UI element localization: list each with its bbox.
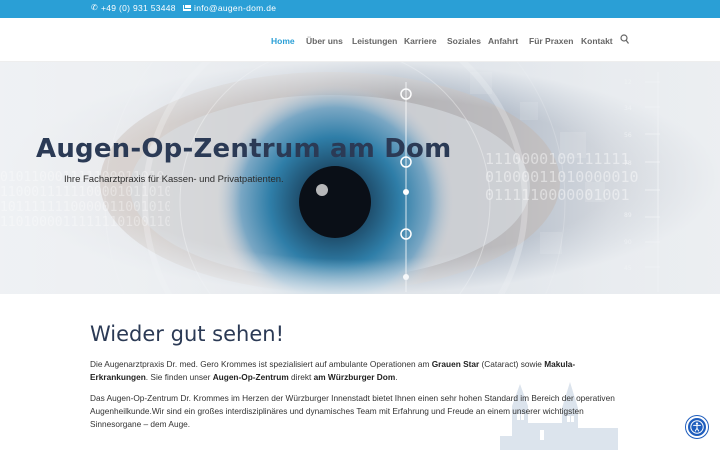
nav-item-fuer-praxen[interactable]: Für Praxen (529, 36, 573, 46)
accessibility-button[interactable] (686, 416, 708, 438)
hero-banner: 12 34 56 78 89 90 45 0101100011111000110… (0, 62, 720, 294)
accessibility-icon (690, 420, 704, 434)
mail-icon (183, 5, 191, 11)
nav-item-kontakt[interactable]: Kontakt (581, 36, 613, 46)
search-icon[interactable] (620, 34, 629, 44)
site-header: Home Über uns Leistungen Karriere Sozial… (0, 18, 720, 62)
nav-item-soziales[interactable]: Soziales (447, 36, 481, 46)
hero-title: Augen-Op-Zentrum am Dom (36, 134, 452, 164)
email-address: info@augen-dom.de (194, 3, 277, 13)
hero-subtitle: Ihre Facharztpraxis für Kassen- und Priv… (64, 174, 284, 185)
binary-overlay-right: 1110000100111111 01000011010000010 01111… (485, 150, 639, 204)
main-content: Wieder gut sehen! Die Augenarztpraxis Dr… (90, 322, 630, 439)
intro-paragraph: Die Augenarztpraxis Dr. med. Gero Kromme… (90, 359, 576, 382)
about-paragraph: Das Augen-Op-Zentrum Dr. Krommes im Herz… (90, 393, 615, 429)
nav-item-home[interactable]: Home (271, 36, 295, 46)
top-bar: ✆ +49 (0) 931 53448 info@augen-dom.de (0, 0, 720, 18)
nav-item-karriere[interactable]: Karriere (404, 36, 437, 46)
section-heading: Wieder gut sehen! (90, 322, 284, 346)
phone-icon: ✆ (91, 3, 99, 12)
phone-contact[interactable]: ✆ +49 (0) 931 53448 (91, 3, 176, 13)
phone-number: +49 (0) 931 53448 (101, 3, 176, 13)
nav-item-anfahrt[interactable]: Anfahrt (488, 36, 518, 46)
nav-item-ueber-uns[interactable]: Über uns (306, 36, 343, 46)
nav-item-leistungen[interactable]: Leistungen (352, 36, 397, 46)
email-contact[interactable]: info@augen-dom.de (183, 3, 276, 13)
